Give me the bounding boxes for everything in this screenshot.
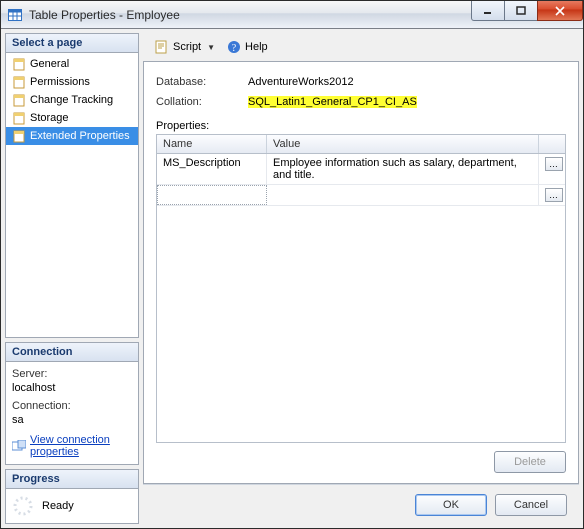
sidebar-item-permissions[interactable]: Permissions xyxy=(6,73,138,91)
help-label: Help xyxy=(245,41,268,53)
close-button[interactable] xyxy=(537,1,583,21)
row-value-cell[interactable]: Employee information such as salary, dep… xyxy=(267,154,539,184)
left-column: Select a page General Permissions Change… xyxy=(5,33,139,524)
titlebar: Table Properties - Employee xyxy=(1,1,583,29)
table-icon xyxy=(7,7,23,23)
progress-body: Ready xyxy=(6,489,138,523)
connection-header: Connection xyxy=(6,343,138,362)
minimize-button[interactable] xyxy=(471,1,505,21)
progress-spinner-icon xyxy=(12,495,34,517)
delete-button[interactable]: Delete xyxy=(494,451,566,473)
sidebar-item-change-tracking[interactable]: Change Tracking xyxy=(6,91,138,109)
progress-status: Ready xyxy=(42,500,74,512)
progress-header: Progress xyxy=(6,470,138,489)
toolbar: Script ▼ ? Help xyxy=(143,33,579,61)
maximize-button[interactable] xyxy=(504,1,538,21)
connection-panel: Connection Server: localhost Connection:… xyxy=(5,342,139,465)
col-action-header xyxy=(539,135,565,153)
window-controls xyxy=(471,1,583,28)
table-row-new[interactable]: … xyxy=(157,185,565,206)
window-title: Table Properties - Employee xyxy=(29,8,471,22)
chevron-down-icon: ▼ xyxy=(207,43,215,52)
select-page-header: Select a page xyxy=(6,34,138,53)
ellipsis-button[interactable]: … xyxy=(545,188,563,202)
connection-body: Server: localhost Connection: sa View co… xyxy=(6,362,138,464)
grid-header: Name Value xyxy=(157,135,565,154)
properties-grid: Name Value MS_Description Employee infor… xyxy=(156,134,566,443)
row-value-cell[interactable] xyxy=(267,185,539,205)
dialog-window: Table Properties - Employee Select a pag… xyxy=(0,0,584,529)
col-value-header[interactable]: Value xyxy=(267,135,539,153)
grid-button-row: Delete xyxy=(156,443,566,473)
connection-icon xyxy=(12,440,26,452)
row-name-cell[interactable]: MS_Description xyxy=(157,154,267,184)
sidebar-item-storage[interactable]: Storage xyxy=(6,109,138,127)
sidebar-item-label: General xyxy=(30,58,69,70)
database-value: AdventureWorks2012 xyxy=(248,76,566,88)
grid-body: MS_Description Employee information such… xyxy=(157,154,565,442)
link-text: View connection properties xyxy=(30,434,132,458)
dialog-body: Select a page General Permissions Change… xyxy=(1,29,583,528)
page-list: General Permissions Change Tracking Stor… xyxy=(6,53,138,337)
database-label: Database: xyxy=(156,76,248,88)
sidebar-item-extended-properties[interactable]: Extended Properties xyxy=(6,127,138,145)
progress-panel: Progress Ready xyxy=(5,469,139,524)
right-column: Script ▼ ? Help Database: AdventureWorks… xyxy=(143,33,579,524)
database-field: Database: AdventureWorks2012 xyxy=(156,76,566,88)
row-name-cell[interactable] xyxy=(157,185,267,205)
table-row[interactable]: MS_Description Employee information such… xyxy=(157,154,565,185)
server-label: Server: xyxy=(12,368,132,380)
collation-label: Collation: xyxy=(156,96,248,108)
server-value: localhost xyxy=(12,382,132,394)
select-page-panel: Select a page General Permissions Change… xyxy=(5,33,139,338)
col-name-header[interactable]: Name xyxy=(157,135,267,153)
sidebar-item-label: Permissions xyxy=(30,76,90,88)
page-icon xyxy=(12,111,26,125)
help-button[interactable]: ? Help xyxy=(223,38,272,56)
cancel-button[interactable]: Cancel xyxy=(495,494,567,516)
ok-button[interactable]: OK xyxy=(415,494,487,516)
page-icon xyxy=(12,57,26,71)
row-action-cell: … xyxy=(539,154,565,184)
svg-text:?: ? xyxy=(232,43,237,54)
ellipsis-button[interactable]: … xyxy=(545,157,563,171)
row-action-cell: … xyxy=(539,185,565,205)
view-connection-properties-link[interactable]: View connection properties xyxy=(12,434,132,458)
script-button[interactable]: Script ▼ xyxy=(151,38,219,56)
sidebar-item-label: Extended Properties xyxy=(30,130,130,142)
properties-label: Properties: xyxy=(156,120,566,132)
help-icon: ? xyxy=(227,40,241,54)
script-label: Script xyxy=(173,41,201,53)
page-icon xyxy=(12,93,26,107)
main-content: Database: AdventureWorks2012 Collation: … xyxy=(143,61,579,484)
sidebar-item-general[interactable]: General xyxy=(6,55,138,73)
page-icon xyxy=(12,129,26,143)
sidebar-item-label: Change Tracking xyxy=(30,94,113,106)
sidebar-item-label: Storage xyxy=(30,112,69,124)
collation-value: SQL_Latin1_General_CP1_CI_AS xyxy=(248,96,417,108)
connection-value: sa xyxy=(12,414,132,426)
script-icon xyxy=(155,40,169,54)
footer-buttons: OK Cancel xyxy=(143,484,579,524)
collation-field: Collation: SQL_Latin1_General_CP1_CI_AS xyxy=(156,96,566,108)
connection-label: Connection: xyxy=(12,400,132,412)
page-icon xyxy=(12,75,26,89)
